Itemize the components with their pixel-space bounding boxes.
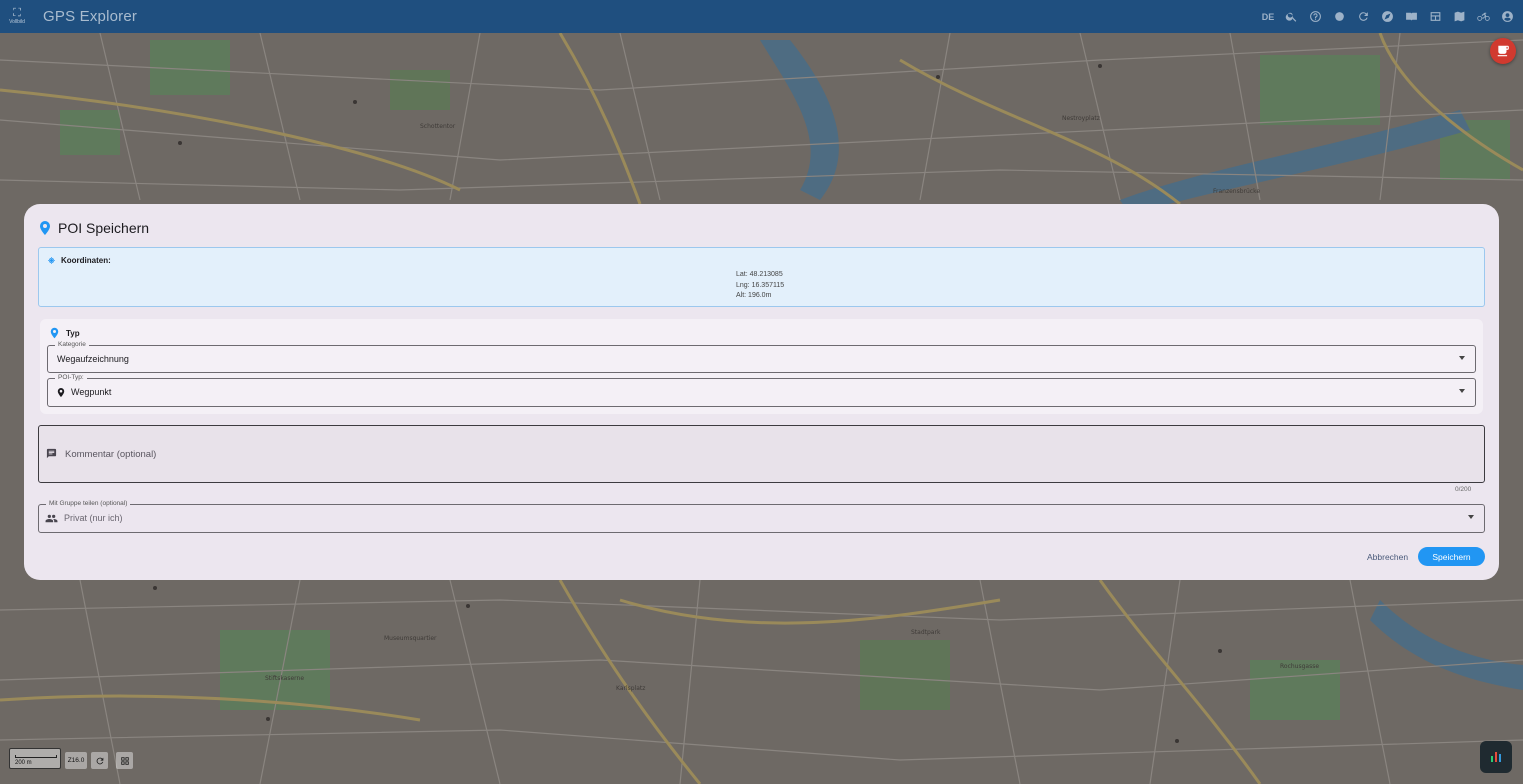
category-label: Kategorie (55, 341, 89, 349)
layout-button[interactable] (1423, 5, 1447, 29)
share-group-select[interactable]: Mit Gruppe teilen (optional) Privat (nur… (38, 500, 1485, 533)
category-select[interactable]: Kategorie Wegaufzeichnung (47, 341, 1476, 373)
poi-type-value-text: Wegpunkt (71, 387, 112, 397)
compass-icon (1381, 11, 1393, 22)
refresh-icon (96, 757, 103, 764)
search-button[interactable] (1279, 5, 1303, 29)
type-card: Typ Kategorie Wegaufzeichnung POI-Typ: W… (40, 319, 1483, 414)
coffee-icon (1497, 45, 1509, 57)
poi-type-label: POI-Typ: (55, 374, 87, 382)
help-button[interactable] (1303, 5, 1327, 29)
map-scale-bar: 200 m (9, 748, 61, 769)
location-pin-icon (57, 387, 65, 397)
refresh-icon (1358, 12, 1368, 21)
account-icon (1501, 11, 1513, 22)
group-icon (45, 514, 58, 522)
category-value: Wegaufzeichnung (57, 354, 129, 364)
refresh-button[interactable] (1351, 5, 1375, 29)
share-group-value: Privat (nur ich) (45, 513, 123, 523)
gps-fixed-icon (48, 257, 55, 264)
share-group-label: Mit Gruppe teilen (optional) (46, 500, 131, 508)
chevron-down-icon (1459, 389, 1465, 393)
bar-chart-icon (1491, 752, 1501, 762)
account-button[interactable] (1495, 5, 1519, 29)
scale-line (15, 755, 57, 758)
location-pin-icon (50, 327, 59, 339)
layout-icon (1430, 12, 1440, 21)
type-heading-text: Typ (66, 328, 80, 338)
fullscreen-icon: ⛶ (13, 6, 21, 19)
bike-icon (1476, 12, 1490, 21)
fullscreen-label: Vollbild (9, 18, 25, 25)
chevron-down-icon (1459, 356, 1465, 360)
bike-button[interactable] (1471, 5, 1495, 29)
fullscreen-button[interactable]: ⛶ Vollbild (0, 0, 34, 33)
map-button[interactable] (1447, 5, 1471, 29)
toolbar: DE (1257, 0, 1519, 33)
scale-text: 200 m (15, 760, 32, 766)
help-icon (1309, 11, 1321, 22)
location-pin-icon (40, 221, 50, 235)
app-bar: ⛶ Vollbild GPS Explorer DE (0, 0, 1523, 33)
comment-placeholder: Kommentar (optional) (65, 449, 157, 460)
map-book-button[interactable] (1399, 5, 1423, 29)
coordinates-label: Koordinaten: (61, 256, 111, 265)
coordinates-values: Lat: 48.213085 Lng: 16.357115 Alt: 196.0… (736, 270, 784, 302)
zoom-level-indicator: Z16.0 (65, 752, 87, 769)
save-button[interactable]: Speichern (1418, 547, 1485, 566)
cafe-poi-button[interactable] (1490, 38, 1516, 64)
save-poi-dialog: POI Speichern Koordinaten: Lat: 48.21308… (24, 204, 1499, 580)
app-title: GPS Explorer (43, 8, 138, 25)
record-button[interactable] (1327, 5, 1351, 29)
coordinates-panel: Koordinaten: Lat: 48.213085 Lng: 16.3571… (38, 247, 1485, 307)
dialog-title: POI Speichern (39, 220, 149, 236)
poi-type-select[interactable]: POI-Typ: Wegpunkt (47, 374, 1476, 407)
map-book-icon (1405, 12, 1417, 21)
latitude-value: Lat: 48.213085 (736, 271, 783, 278)
reset-rotation-button[interactable] (91, 752, 108, 769)
dialog-title-text: POI Speichern (58, 220, 150, 236)
cancel-button[interactable]: Abbrechen (1361, 549, 1414, 564)
record-icon (1334, 12, 1344, 21)
grid-icon (120, 756, 129, 765)
longitude-value: Lng: 16.357115 (736, 281, 785, 289)
poi-type-value: Wegpunkt (57, 387, 111, 397)
language-button[interactable]: DE (1257, 5, 1279, 29)
share-group-value-text: Privat (nur ich) (64, 513, 123, 523)
comment-input[interactable]: Kommentar (optional) (38, 425, 1485, 483)
map-icon (1454, 11, 1464, 22)
category-value-text: Wegaufzeichnung (57, 354, 129, 364)
chevron-down-icon (1468, 515, 1474, 519)
search-icon (1285, 12, 1296, 22)
coordinates-heading: Koordinaten: (47, 256, 111, 265)
type-heading: Typ (50, 327, 80, 339)
compass-button[interactable] (1375, 5, 1399, 29)
grid-toggle-button[interactable] (116, 752, 133, 769)
altitude-value: Alt: 196.0m (736, 292, 772, 299)
comment-icon (46, 448, 57, 459)
app-launcher-button[interactable] (1480, 741, 1512, 773)
comment-char-counter: 0/200 (1455, 486, 1472, 493)
